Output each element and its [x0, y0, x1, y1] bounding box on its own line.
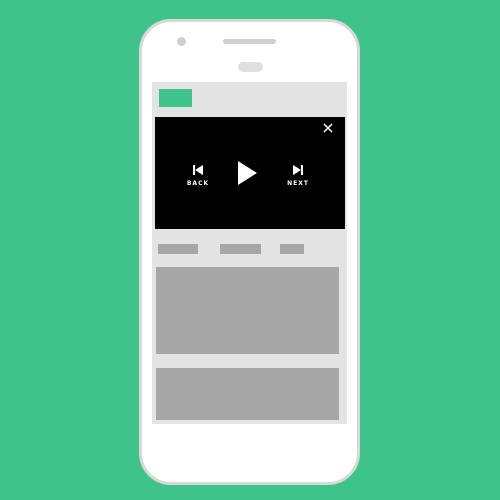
tab-placeholder-3[interactable] — [280, 244, 304, 254]
content-card-1[interactable] — [156, 267, 339, 354]
play-button[interactable] — [236, 160, 258, 186]
close-icon — [323, 123, 333, 133]
next-button[interactable]: NEXT — [282, 164, 314, 187]
close-button[interactable] — [320, 120, 336, 136]
skip-previous-icon — [193, 165, 203, 175]
proximity-sensor — [238, 62, 263, 72]
tab-placeholder-1[interactable] — [158, 244, 198, 254]
back-label: BACK — [186, 180, 210, 187]
tab-placeholder-2[interactable] — [220, 244, 261, 254]
app-logo[interactable] — [159, 89, 192, 107]
front-camera — [177, 37, 186, 46]
next-label: NEXT — [287, 180, 309, 187]
back-button[interactable]: BACK — [182, 164, 214, 187]
skip-next-icon — [293, 165, 303, 175]
content-card-2[interactable] — [156, 368, 339, 420]
earpiece-speaker — [223, 39, 276, 44]
play-icon — [238, 161, 257, 185]
